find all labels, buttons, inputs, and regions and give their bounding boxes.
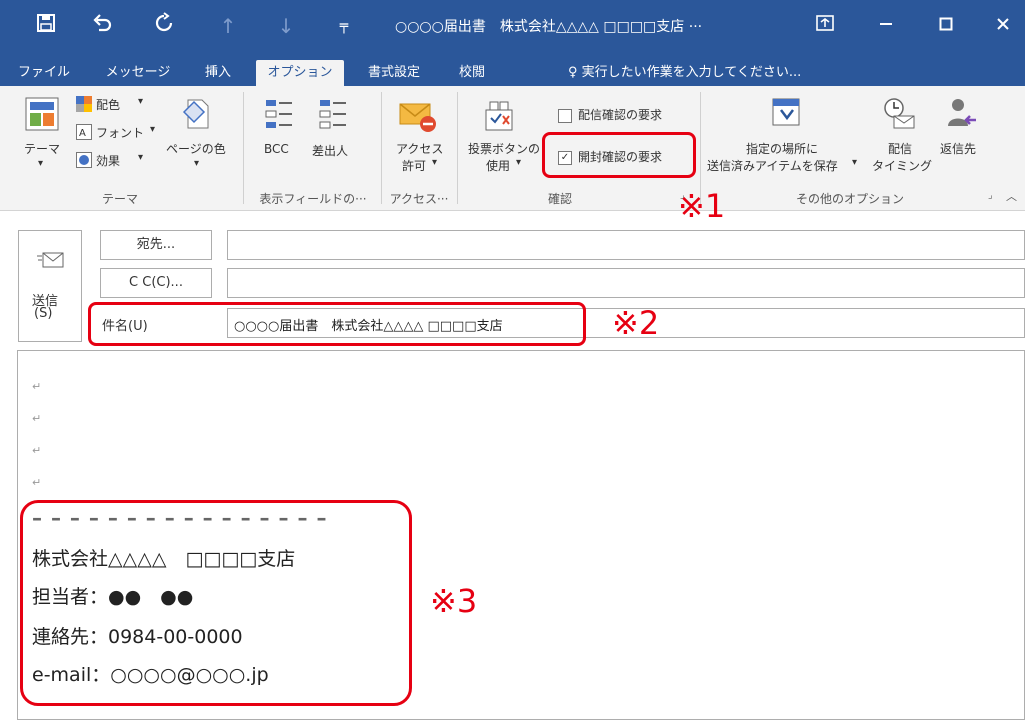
page-color-button[interactable]: ページの色 bbox=[166, 140, 226, 157]
delay-delivery-button[interactable]: 配信 bbox=[888, 140, 912, 157]
save-icon[interactable] bbox=[32, 12, 60, 40]
from-icon bbox=[318, 98, 348, 136]
save-sent-item-button[interactable]: 指定の場所に bbox=[746, 140, 818, 157]
send-envelope-icon bbox=[37, 250, 65, 274]
cc-input[interactable] bbox=[227, 268, 1025, 298]
group-access-label: アクセス··· bbox=[389, 192, 449, 206]
annotation-note-3: ※3 bbox=[430, 582, 478, 620]
delay-delivery-button-line2[interactable]: タイミング bbox=[872, 157, 932, 174]
font-icon: A bbox=[76, 124, 92, 144]
down-arrow-icon[interactable]: ↓ bbox=[272, 12, 300, 40]
tab-insert[interactable]: 挿入 bbox=[196, 60, 240, 86]
send-shortcut: (S) bbox=[34, 306, 53, 321]
close-icon[interactable] bbox=[983, 10, 1023, 42]
voting-icon bbox=[482, 98, 516, 138]
tab-options[interactable]: オプション bbox=[256, 60, 344, 86]
annotation-note-2: ※2 bbox=[612, 304, 660, 342]
tab-review[interactable]: 校閲 bbox=[450, 60, 494, 86]
fonts-button[interactable]: フォント bbox=[96, 124, 144, 141]
permission-envelope-icon bbox=[398, 100, 438, 138]
color-palette-icon bbox=[76, 96, 92, 112]
from-button[interactable]: 差出人 bbox=[312, 142, 348, 159]
highlight-box-2 bbox=[88, 302, 586, 346]
highlight-box-3 bbox=[20, 500, 412, 706]
group-separator bbox=[457, 92, 458, 204]
to-button[interactable]: 宛先... bbox=[100, 230, 212, 260]
chevron-down-icon[interactable]: ▾ bbox=[432, 157, 437, 168]
group-more-options-label: その他のオプション bbox=[795, 192, 904, 206]
paragraph-mark: ↵ bbox=[32, 380, 42, 393]
chevron-down-icon[interactable]: ▾ bbox=[138, 152, 143, 163]
voting-buttons-button-line2[interactable]: 使用 bbox=[486, 157, 510, 174]
annotation-note-1: ※1 bbox=[678, 187, 726, 225]
undo-icon[interactable] bbox=[88, 12, 116, 40]
paragraph-mark: ↵ bbox=[32, 412, 42, 425]
group-separator bbox=[381, 92, 382, 204]
chevron-down-icon[interactable]: ▾ bbox=[150, 124, 155, 135]
reply-to-button[interactable]: 返信先 bbox=[940, 140, 976, 157]
permission-button-line2[interactable]: 許可 bbox=[396, 157, 432, 174]
colors-button[interactable]: 配色 bbox=[96, 96, 120, 113]
permission-button[interactable]: アクセス bbox=[396, 140, 443, 157]
delivery-receipt-label: 配信確認の要求 bbox=[578, 108, 663, 122]
group-fields-label: 表示フィールドの··· bbox=[259, 192, 367, 206]
highlight-box-1 bbox=[542, 132, 696, 178]
chevron-down-icon[interactable]: ▾ bbox=[516, 157, 521, 168]
to-input[interactable] bbox=[227, 230, 1025, 260]
up-arrow-icon[interactable]: ↑ bbox=[214, 12, 242, 40]
delay-delivery-icon bbox=[880, 96, 916, 134]
reply-to-icon bbox=[944, 96, 978, 136]
collapse-ribbon-icon[interactable]: ︿ bbox=[1006, 188, 1017, 204]
checkbox-unchecked-icon[interactable] bbox=[558, 108, 572, 123]
group-theme-label: テーマ bbox=[101, 192, 138, 206]
save-sent-item-button-line2[interactable]: 送信済みアイテムを保存 bbox=[707, 157, 838, 174]
dialog-launcher-icon[interactable]: ⌟ bbox=[988, 190, 993, 201]
effects-button[interactable]: 効果 bbox=[96, 152, 120, 169]
minimize-icon[interactable] bbox=[866, 10, 906, 42]
page-color-icon bbox=[180, 96, 214, 136]
voting-buttons-button[interactable]: 投票ボタンの bbox=[468, 140, 540, 157]
chevron-down-icon[interactable]: ▾ bbox=[852, 157, 857, 168]
send-button[interactable] bbox=[18, 230, 82, 342]
chevron-down-icon[interactable]: ▾ bbox=[138, 96, 143, 107]
ribbon-display-icon[interactable] bbox=[805, 10, 845, 42]
svg-text:A: A bbox=[79, 128, 86, 139]
delivery-receipt-checkbox[interactable]: 配信確認の要求 bbox=[558, 106, 662, 123]
theme-icon bbox=[24, 96, 60, 136]
paragraph-mark: ↵ bbox=[32, 476, 42, 489]
group-tracking-label: 確認 bbox=[547, 192, 572, 206]
bcc-icon bbox=[264, 98, 294, 136]
tab-file[interactable]: ファイル bbox=[14, 60, 74, 86]
save-sent-item-icon bbox=[770, 96, 804, 134]
tell-me-search[interactable]: ♀ 実行したい作業を入力してください... bbox=[568, 60, 801, 86]
group-separator bbox=[243, 92, 244, 204]
window-title: ○○○○届出書 株式会社△△△△ □□□□支店 ··· bbox=[395, 19, 703, 35]
effects-icon bbox=[76, 152, 92, 172]
tab-message[interactable]: メッセージ bbox=[100, 60, 176, 86]
cc-button[interactable]: C C(C)... bbox=[100, 268, 212, 298]
tab-format[interactable]: 書式設定 bbox=[356, 60, 432, 86]
chevron-down-icon[interactable]: ▾ bbox=[194, 158, 199, 169]
chevron-down-icon[interactable]: ▾ bbox=[38, 158, 43, 169]
paragraph-mark: ↵ bbox=[32, 444, 42, 457]
theme-button[interactable]: テーマ bbox=[24, 140, 60, 157]
redo-icon[interactable] bbox=[150, 12, 178, 40]
bcc-button[interactable]: BCC bbox=[264, 142, 289, 156]
maximize-icon[interactable] bbox=[926, 10, 966, 42]
customize-icon[interactable]: ╤ bbox=[330, 12, 358, 40]
